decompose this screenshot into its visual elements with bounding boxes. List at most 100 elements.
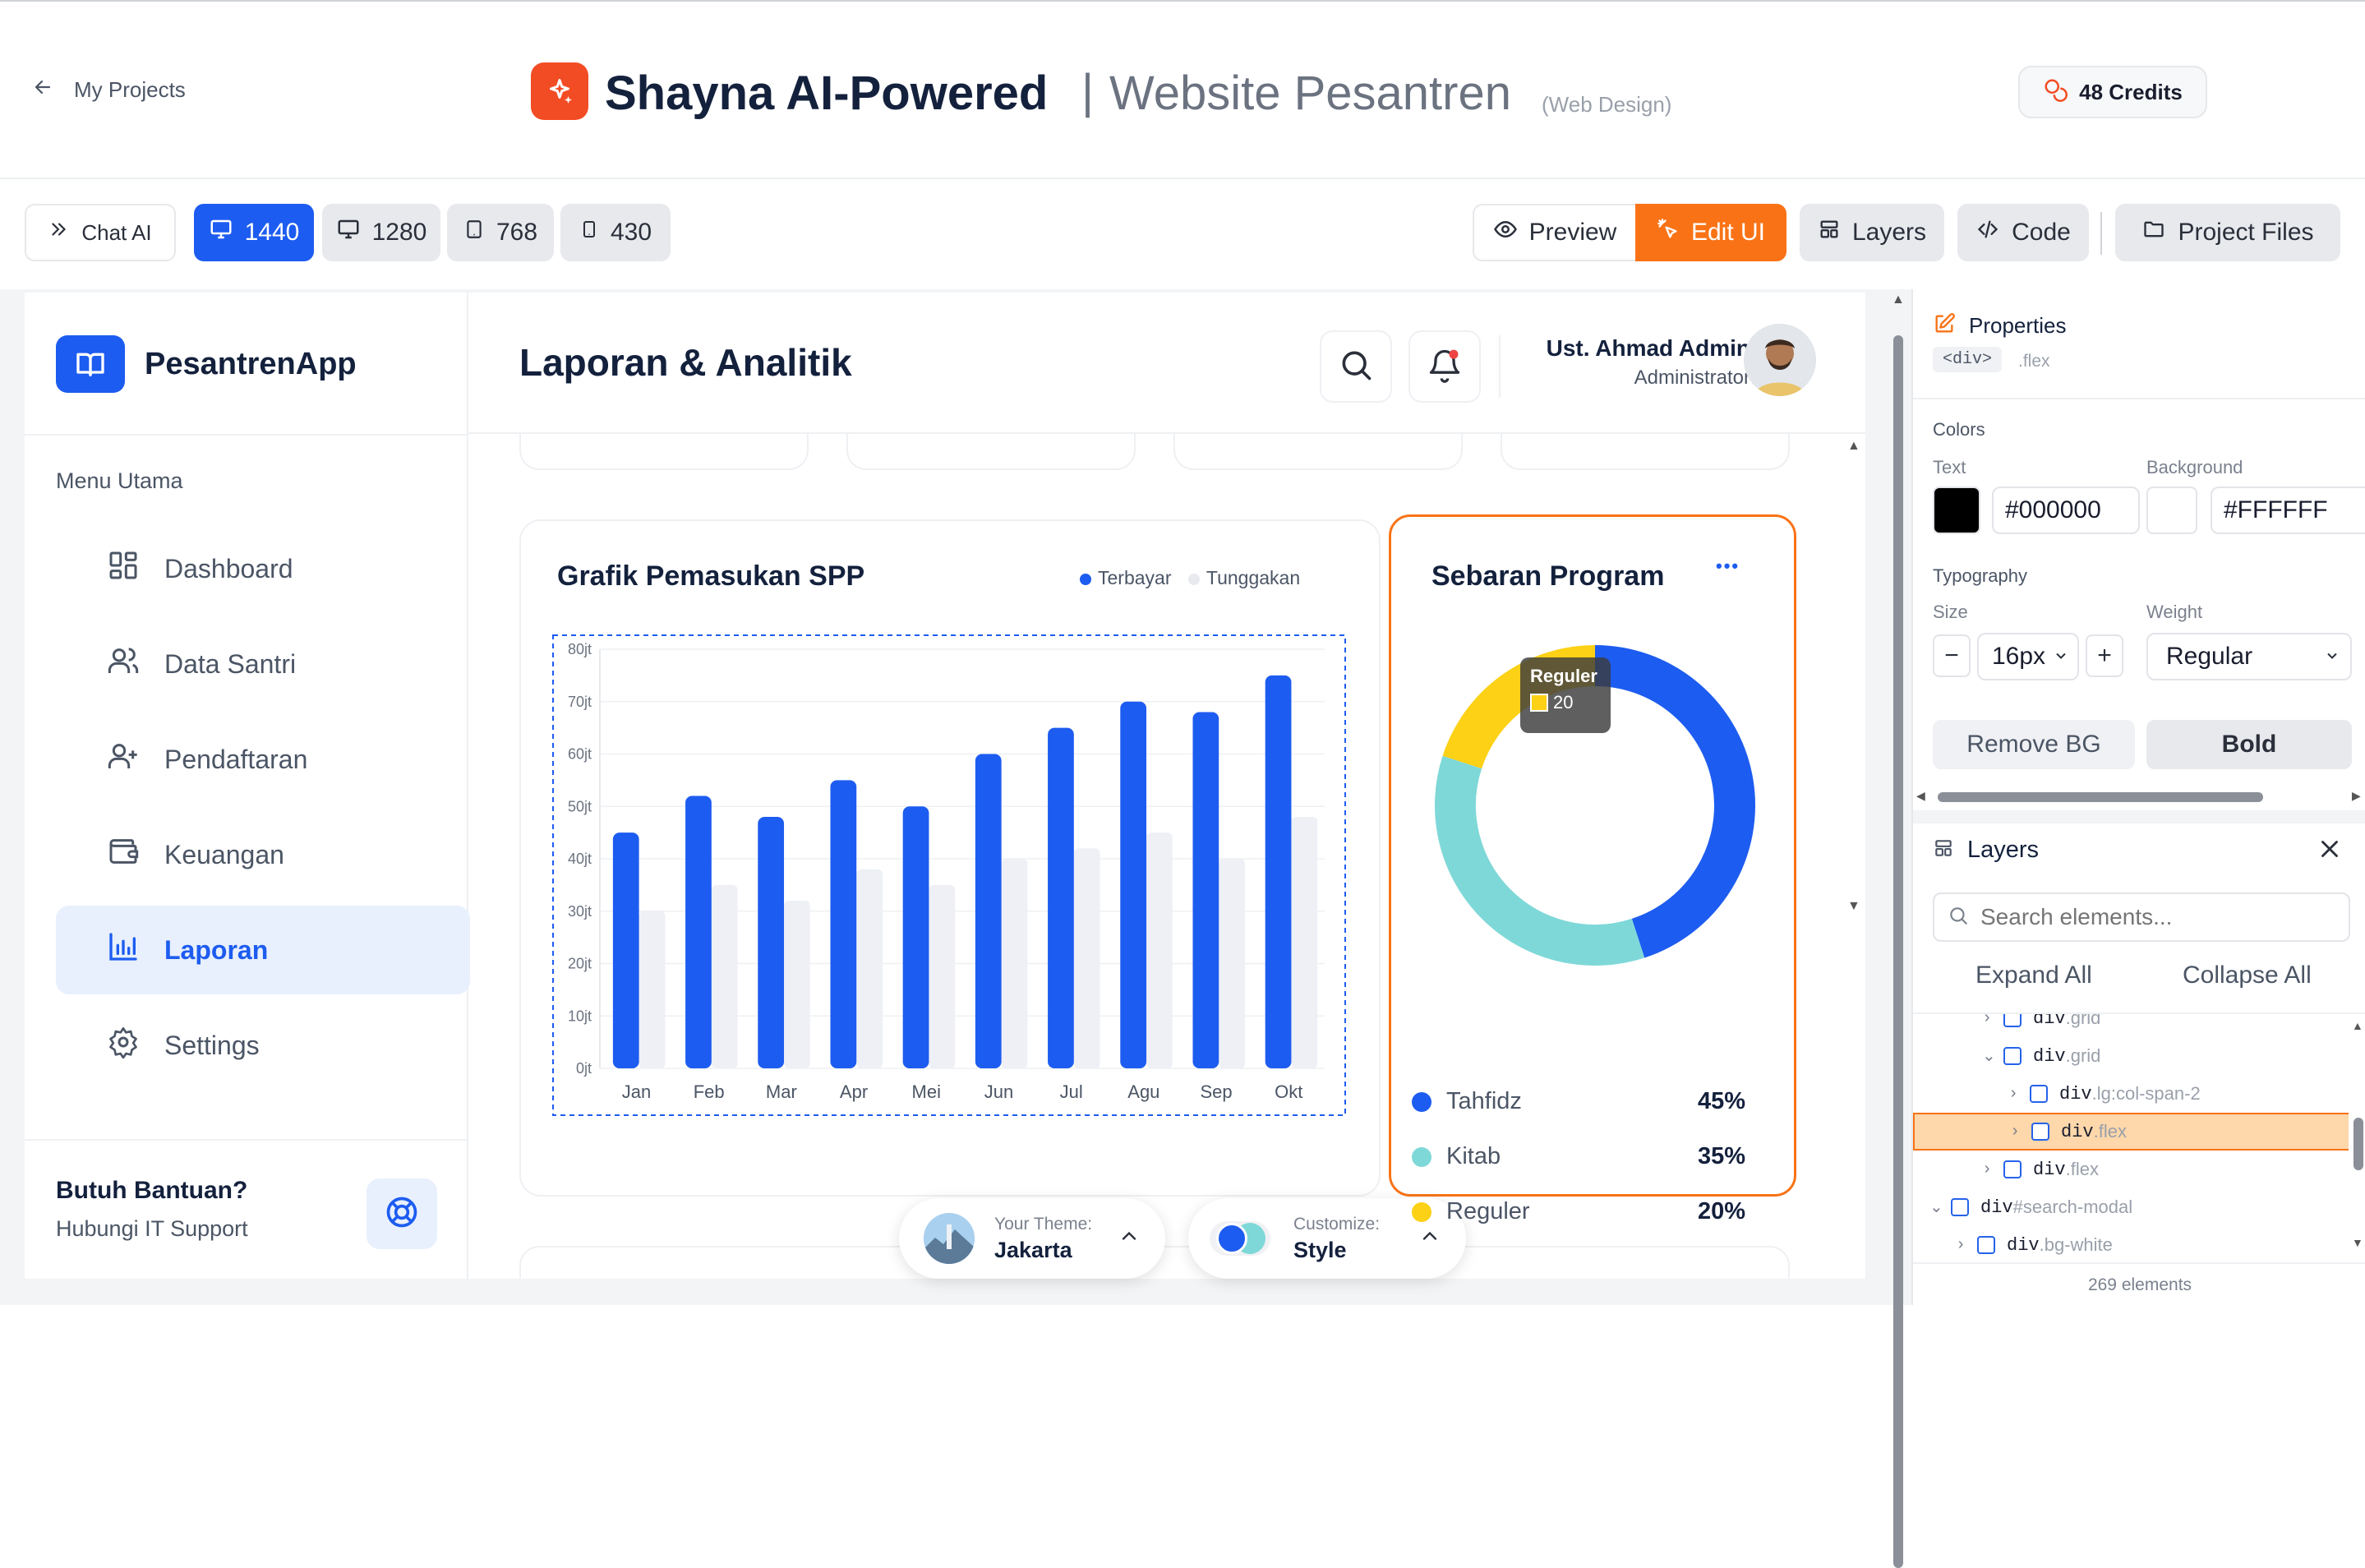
size-768-button[interactable]: 768 bbox=[447, 204, 554, 261]
preview-button[interactable]: Preview bbox=[1473, 204, 1637, 261]
chevron-icon[interactable]: ⌄ bbox=[1982, 1045, 2003, 1067]
bg-color-input[interactable]: #FFFFFF bbox=[2211, 487, 2365, 534]
sidebar-item-data-santri[interactable]: Data Santri bbox=[56, 620, 470, 708]
layer-item[interactable]: › div .lg:col-span-2 bbox=[1913, 1075, 2349, 1113]
bar-tunggakan[interactable] bbox=[1001, 859, 1028, 1068]
layers-scrollbar[interactable]: ▲ ▼ bbox=[2350, 1014, 2365, 1261]
swatch-dot bbox=[1216, 1223, 1247, 1254]
bar-tunggakan[interactable] bbox=[1291, 817, 1318, 1068]
user-name: Ust. Ahmad Admin bbox=[1546, 335, 1750, 361]
bar-tunggakan[interactable] bbox=[784, 901, 810, 1068]
size-decrease-button[interactable]: − bbox=[1933, 634, 1971, 677]
credits-badge[interactable]: 48 Credits bbox=[2018, 66, 2207, 118]
bar-tunggakan[interactable] bbox=[1219, 859, 1245, 1068]
bar-terbayar[interactable] bbox=[975, 754, 1002, 1069]
chevron-icon[interactable]: › bbox=[1982, 1160, 2003, 1179]
layer-checkbox[interactable] bbox=[2003, 1047, 2022, 1065]
remove-bg-button[interactable]: Remove BG bbox=[1933, 720, 2135, 769]
scroll-up-icon: ▲ bbox=[1892, 293, 1905, 307]
layer-tag: div bbox=[2007, 1234, 2040, 1256]
donut-slice-tahfidz[interactable] bbox=[1594, 645, 1755, 958]
sidebar-item-settings[interactable]: Settings bbox=[56, 1001, 470, 1090]
bar-tunggakan[interactable] bbox=[1073, 848, 1100, 1068]
sidebar-item-laporan[interactable]: Laporan bbox=[56, 906, 470, 994]
y-tick-label: 40jt bbox=[568, 851, 592, 867]
bg-color-swatch[interactable] bbox=[2146, 487, 2197, 534]
size-1280-button[interactable]: 1280 bbox=[322, 204, 440, 261]
scroll-thumb[interactable] bbox=[1893, 335, 1903, 1568]
layer-checkbox[interactable] bbox=[2031, 1123, 2049, 1141]
expand-all-button[interactable]: Expand All bbox=[1975, 962, 2092, 989]
chat-ai-button[interactable]: Chat AI bbox=[25, 204, 176, 261]
bar-terbayar[interactable] bbox=[1192, 712, 1219, 1069]
preview-label: Preview bbox=[1528, 219, 1617, 246]
layers-search-input[interactable] bbox=[1980, 904, 2326, 930]
bar-terbayar[interactable] bbox=[830, 780, 857, 1068]
bar-tunggakan[interactable] bbox=[929, 884, 956, 1068]
bold-button[interactable]: Bold bbox=[2146, 720, 2352, 769]
theme-selector[interactable]: Your Theme: Jakarta bbox=[899, 1198, 1165, 1279]
avatar[interactable] bbox=[1744, 324, 1816, 396]
layers-header: Layers bbox=[1933, 837, 2039, 864]
size-select[interactable]: 16px bbox=[1977, 633, 2079, 680]
bar-terbayar[interactable] bbox=[612, 832, 639, 1068]
layer-checkbox[interactable] bbox=[2030, 1085, 2048, 1103]
layer-checkbox[interactable] bbox=[2003, 1160, 2022, 1178]
scroll-thumb[interactable] bbox=[1938, 792, 2263, 802]
layers-search[interactable] bbox=[1933, 892, 2350, 942]
search-button[interactable] bbox=[1320, 330, 1392, 403]
main-scrollbar[interactable]: ▲ ▼ bbox=[1841, 439, 1865, 1279]
size-1440-button[interactable]: 1440 bbox=[194, 204, 314, 261]
bar-terbayar[interactable] bbox=[1048, 727, 1074, 1068]
layer-item[interactable]: › div .flex bbox=[1913, 1151, 2349, 1188]
text-color-swatch[interactable] bbox=[1933, 487, 1980, 534]
size-430-button[interactable]: 430 bbox=[560, 204, 671, 261]
bar-terbayar[interactable] bbox=[758, 817, 785, 1068]
edit-ui-button[interactable]: Edit UI bbox=[1635, 204, 1786, 261]
size-increase-button[interactable]: + bbox=[2086, 634, 2123, 677]
chevron-icon[interactable]: › bbox=[1982, 1014, 2003, 1028]
x-tick-label: Feb bbox=[694, 1081, 725, 1102]
properties-hscrollbar[interactable]: ◀ ▶ bbox=[1913, 789, 2365, 805]
layer-item[interactable]: ⌄ div #search-modal bbox=[1913, 1188, 2349, 1226]
back-to-projects-link[interactable]: My Projects bbox=[33, 77, 186, 103]
support-button[interactable] bbox=[367, 1178, 437, 1249]
chevron-icon[interactable]: › bbox=[2008, 1085, 2030, 1104]
text-color-input[interactable]: #000000 bbox=[1992, 487, 2140, 534]
more-options-icon[interactable]: ••• bbox=[1716, 556, 1740, 577]
chevron-icon[interactable]: › bbox=[2010, 1123, 2031, 1141]
donut-slice-kitab[interactable] bbox=[1435, 755, 1645, 966]
chevron-icon[interactable]: › bbox=[1956, 1236, 1977, 1255]
sidebar-item-pendaftaran[interactable]: Pendaftaran bbox=[56, 715, 470, 804]
spp-bar-chart[interactable]: 0jt 10jt 20jt 30jt 40jt 50jt 60jt 70jt 80jt Jan Fe… bbox=[552, 634, 1346, 1116]
layers-button[interactable]: Layers bbox=[1800, 204, 1944, 261]
weight-select[interactable]: Regular bbox=[2146, 633, 2352, 680]
bar-tunggakan[interactable] bbox=[711, 884, 738, 1068]
bar-tunggakan[interactable] bbox=[856, 869, 883, 1068]
bar-terbayar[interactable] bbox=[685, 796, 712, 1069]
project-files-button[interactable]: Project Files bbox=[2115, 204, 2340, 261]
chevron-icon[interactable]: ⌄ bbox=[1929, 1197, 1951, 1218]
close-icon[interactable] bbox=[2316, 835, 2344, 867]
layer-checkbox[interactable] bbox=[1977, 1236, 1995, 1254]
x-tick-label: Apr bbox=[840, 1081, 868, 1102]
bar-terbayar[interactable] bbox=[1265, 675, 1292, 1068]
scroll-thumb[interactable] bbox=[2353, 1118, 2363, 1170]
layer-checkbox[interactable] bbox=[1951, 1198, 1969, 1216]
bar-tunggakan[interactable] bbox=[1146, 832, 1173, 1068]
canvas-scrollbar[interactable]: ▲ bbox=[1890, 289, 1906, 1568]
sidebar-item-label: Laporan bbox=[164, 934, 269, 965]
collapse-all-button[interactable]: Collapse All bbox=[2183, 962, 2312, 989]
layer-checkbox[interactable] bbox=[2003, 1014, 2022, 1027]
sidebar-item-dashboard[interactable]: Dashboard bbox=[56, 524, 470, 613]
bar-tunggakan[interactable] bbox=[639, 911, 666, 1068]
code-button[interactable]: Code bbox=[1957, 204, 2089, 261]
notifications-button[interactable] bbox=[1408, 330, 1481, 403]
bar-terbayar[interactable] bbox=[1120, 701, 1147, 1068]
layer-item[interactable]: › div .bg-white bbox=[1913, 1226, 2349, 1261]
layer-item[interactable]: › div .grid bbox=[1913, 1014, 2349, 1037]
layer-item[interactable]: ⌄ div .grid bbox=[1913, 1037, 2349, 1075]
sidebar-item-keuangan[interactable]: Keuangan bbox=[56, 810, 470, 899]
bar-terbayar[interactable] bbox=[902, 806, 929, 1068]
layer-item[interactable]: › div .flex bbox=[1913, 1113, 2349, 1151]
